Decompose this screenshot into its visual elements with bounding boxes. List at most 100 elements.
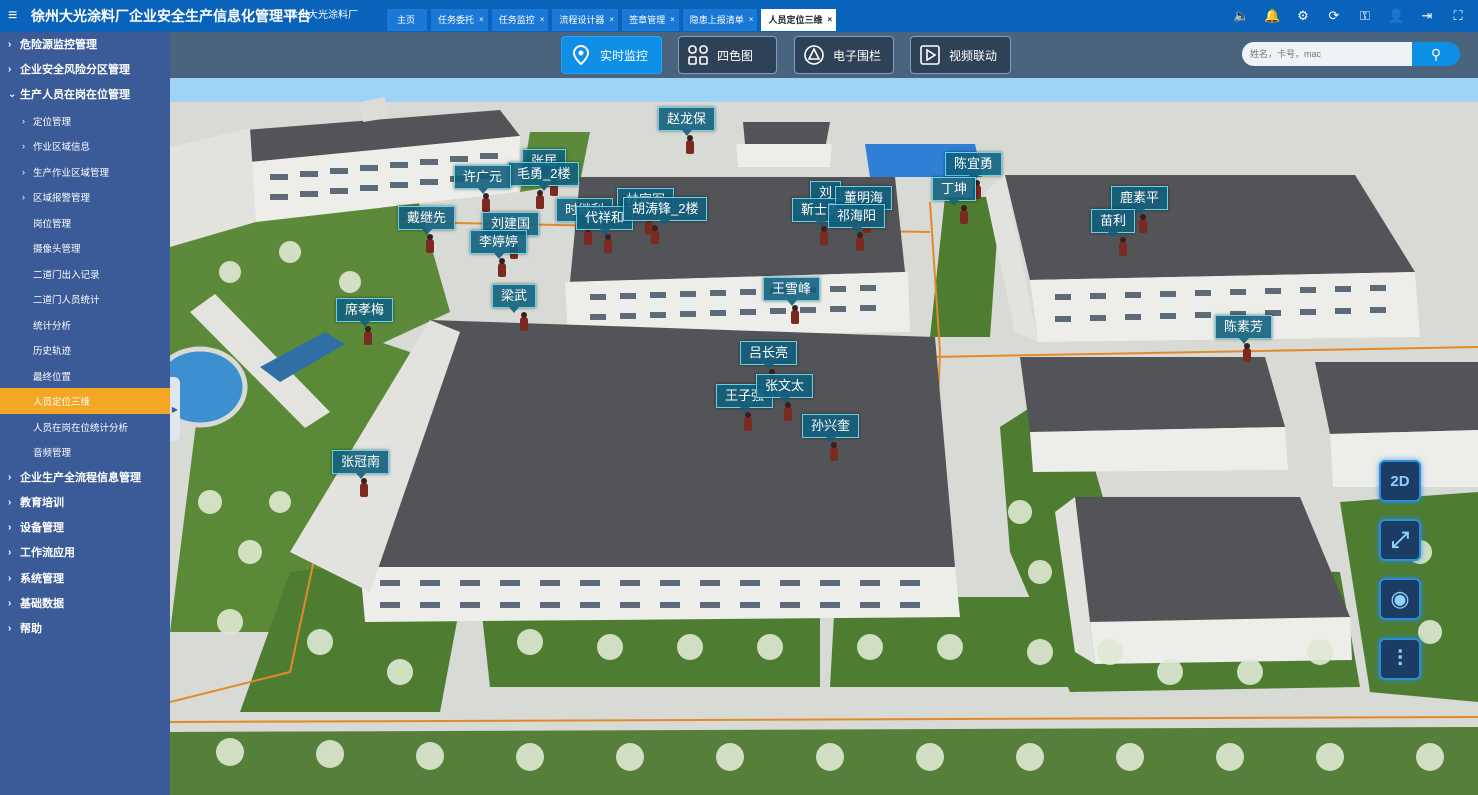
person-label[interactable]: 张冠南 — [332, 450, 390, 479]
person-label[interactable]: 孙兴奎 — [802, 414, 860, 443]
sidebar-item[interactable]: 二道门人员统计 — [0, 286, 170, 312]
person-figure[interactable] — [426, 234, 434, 253]
person-label[interactable]: 陈宜勇 — [945, 152, 1003, 181]
person-search-input[interactable] — [1242, 42, 1412, 66]
volume-icon[interactable]: 🔈 — [1233, 7, 1249, 25]
chevron-right-icon: › — [22, 166, 25, 177]
sidebar-group[interactable]: › 基础数据 — [0, 591, 170, 616]
user-icon[interactable]: 👤 — [1388, 7, 1404, 25]
mode-four-color-map-button[interactable]: 四色图 — [678, 36, 777, 74]
person-figure[interactable] — [791, 305, 799, 324]
scene-3d-view[interactable]: 实时监控 四色图 电子围栏 视频联动 姓名，卡号，mac ⚲ 赵龙保 张居 毛勇… — [170, 32, 1478, 795]
sidebar-subgroup[interactable]: › 区域报警管理 — [0, 184, 170, 210]
sidebar-group[interactable]: › 帮助 — [0, 617, 170, 642]
person-label[interactable]: 陈素芳 — [1215, 315, 1273, 344]
tab-item[interactable]: 签章管理 × — [622, 9, 679, 31]
tab-item[interactable]: 流程设计器 × — [552, 9, 619, 31]
sidebar-group[interactable]: › 工作流应用 — [0, 541, 170, 566]
sidebar-group[interactable]: › 系统管理 — [0, 566, 170, 591]
mode-realtime-monitor-button[interactable]: 实时监控 — [561, 36, 662, 74]
close-icon[interactable]: × — [670, 9, 675, 31]
person-label[interactable]: 鹿素平 — [1111, 186, 1169, 215]
person-label[interactable]: 梁武 — [492, 284, 537, 313]
sidebar-item[interactable]: 岗位管理 — [0, 210, 170, 236]
tab-item[interactable]: 任务委托 × — [431, 9, 488, 31]
sidebar-item[interactable]: 最终位置 — [0, 363, 170, 389]
sidebar-group[interactable]: › 教育培训 — [0, 490, 170, 515]
person-figure[interactable] — [482, 193, 490, 212]
logout-icon[interactable]: ⇥ — [1419, 7, 1435, 25]
person-label[interactable]: 赵龙保 — [658, 107, 716, 136]
person-label[interactable]: 胡涛锋_2楼 — [623, 197, 708, 226]
person-figure[interactable] — [686, 135, 694, 154]
sidebar-item[interactable]: 人员定位三维 — [0, 388, 170, 414]
key-icon[interactable]: ⚿ — [1357, 7, 1373, 25]
search-icon[interactable]: ⚲ — [1412, 42, 1460, 66]
tab-label: 任务监控 — [498, 15, 535, 25]
close-icon[interactable]: × — [479, 9, 484, 31]
sidebar-group[interactable]: › 危险源监控管理 — [0, 32, 170, 57]
sidebar-subgroup[interactable]: › 生产作业区域管理 — [0, 159, 170, 185]
sidebar-item[interactable]: 音频管理 — [0, 439, 170, 465]
person-figure[interactable] — [820, 226, 828, 245]
person-figure[interactable] — [364, 326, 372, 345]
person-figure[interactable] — [1139, 214, 1147, 233]
refresh-icon[interactable]: ⟳ — [1326, 7, 1342, 25]
sidebar-subgroup[interactable]: › 作业区域信息 — [0, 133, 170, 159]
person-figure[interactable] — [830, 442, 838, 461]
sidebar-group[interactable]: › 设备管理 — [0, 515, 170, 540]
person-figure[interactable] — [1119, 237, 1127, 256]
sidebar-item[interactable]: 人员在岗在位统计分析 — [0, 414, 170, 440]
person-figure[interactable] — [856, 232, 864, 251]
sidebar-item[interactable]: 统计分析 — [0, 312, 170, 338]
sidebar-subgroup[interactable]: › 定位管理 — [0, 108, 170, 134]
person-figure[interactable] — [520, 312, 528, 331]
person-figure[interactable] — [960, 205, 968, 224]
tab-item[interactable]: 隐患上报清单 × — [682, 9, 758, 31]
person-figure[interactable] — [536, 190, 544, 209]
person-figure[interactable] — [744, 412, 752, 431]
person-figure[interactable] — [498, 258, 506, 277]
person-label[interactable]: 毛勇_2楼 — [508, 162, 580, 191]
tab-item[interactable]: 人员定位三维 × — [761, 9, 837, 31]
mode-geofence-button[interactable]: 电子围栏 — [794, 36, 894, 74]
sidebar-item[interactable]: 二道门出入记录 — [0, 261, 170, 287]
person-figure[interactable] — [360, 478, 368, 497]
close-icon[interactable]: × — [609, 9, 614, 31]
2d-view-button[interactable]: 2D — [1379, 460, 1421, 502]
person-label[interactable]: 许广元 — [454, 165, 512, 194]
close-icon[interactable]: × — [540, 9, 545, 31]
mode-video-linkage-button[interactable]: 视频联动 — [910, 36, 1011, 74]
sidebar-group[interactable]: › 企业生产全流程信息管理 — [0, 465, 170, 490]
sidebar-item[interactable]: 历史轨迹 — [0, 337, 170, 363]
person-label[interactable]: 祁海阳 — [828, 204, 886, 233]
person-label[interactable]: 张文太 — [756, 374, 814, 403]
bell-icon[interactable]: 🔔 — [1264, 7, 1280, 25]
eye-button[interactable]: ◉ — [1379, 578, 1421, 620]
settings-icon[interactable]: ⚙ — [1295, 7, 1311, 25]
sidebar-collapse-handle[interactable]: ▶ — [170, 377, 180, 441]
person-figure[interactable] — [604, 234, 612, 253]
sliders-button[interactable]: ⫶ — [1379, 638, 1421, 680]
tab-item[interactable]: 任务监控 × — [491, 9, 549, 31]
expand-button[interactable]: ⤢ — [1379, 519, 1421, 561]
menu-toggle-icon[interactable]: ≡ — [8, 6, 17, 26]
sidebar-item[interactable]: 摄像头管理 — [0, 235, 170, 261]
person-label[interactable]: 席孝梅 — [336, 298, 394, 327]
close-icon[interactable]: × — [827, 9, 832, 31]
person-label[interactable]: 苗利 — [1091, 209, 1136, 238]
person-figure[interactable] — [651, 225, 659, 244]
tab-item[interactable]: 主页 — [387, 9, 428, 31]
person-figure[interactable] — [584, 226, 592, 245]
person-figure[interactable] — [784, 402, 792, 421]
person-figure[interactable] — [1243, 343, 1251, 362]
person-label[interactable]: 王雪峰 — [763, 277, 821, 306]
person-label[interactable]: 李婷婷 — [470, 230, 528, 259]
person-label[interactable]: 吕长亮 — [740, 341, 798, 370]
fullscreen-icon[interactable]: ⛶ — [1450, 7, 1466, 25]
sidebar-group[interactable]: ⌄ 生产人员在岗在位管理 — [0, 83, 170, 108]
person-label[interactable]: 戴继先 — [398, 206, 456, 235]
person-label[interactable]: 丁坤 — [932, 177, 977, 206]
sidebar-group[interactable]: › 企业安全风险分区管理 — [0, 57, 170, 82]
close-icon[interactable]: × — [749, 9, 754, 31]
